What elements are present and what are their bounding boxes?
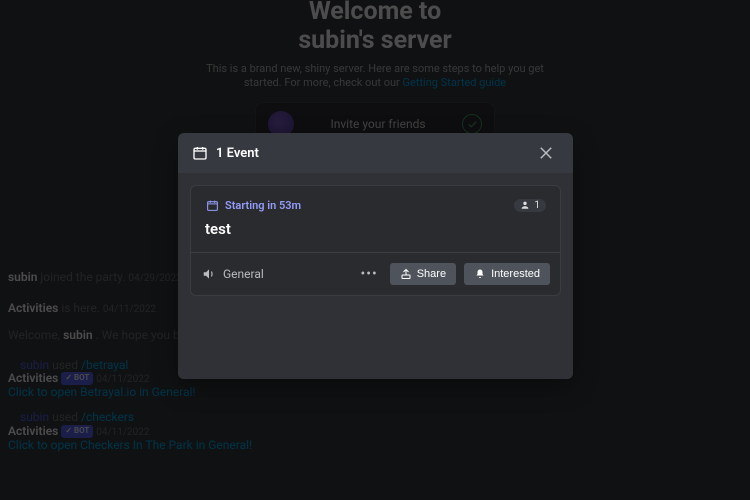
calendar-icon xyxy=(205,198,219,212)
share-button[interactable]: Share xyxy=(390,263,456,285)
event-title: test xyxy=(205,220,546,238)
close-button[interactable] xyxy=(533,140,559,166)
event-card-bottom: General ••• Share Interested xyxy=(191,252,560,295)
share-label: Share xyxy=(417,268,446,280)
event-card[interactable]: Starting in 53m 1 test General ••• xyxy=(190,185,561,296)
bell-icon xyxy=(474,268,486,280)
event-card-top: Starting in 53m 1 test xyxy=(191,186,560,252)
event-channel: General xyxy=(201,267,349,282)
interested-count-pill: 1 xyxy=(514,199,546,212)
events-modal: 1 Event Starting in 53m 1 xyxy=(178,133,573,379)
modal-title: 1 Event xyxy=(216,146,533,161)
channel-name: General xyxy=(223,267,264,281)
person-icon xyxy=(520,200,530,210)
interested-label: Interested xyxy=(491,268,540,280)
interested-button[interactable]: Interested xyxy=(464,263,550,285)
modal-body: Starting in 53m 1 test General ••• xyxy=(178,173,573,379)
calendar-icon xyxy=(192,145,208,161)
modal-header: 1 Event xyxy=(178,133,573,173)
starting-text: Starting in 53m xyxy=(225,199,301,212)
speaker-icon xyxy=(201,267,216,282)
interested-count-value: 1 xyxy=(534,200,540,211)
more-options-button[interactable]: ••• xyxy=(357,262,382,286)
share-icon xyxy=(400,268,412,280)
event-start-time: Starting in 53m xyxy=(205,198,514,212)
